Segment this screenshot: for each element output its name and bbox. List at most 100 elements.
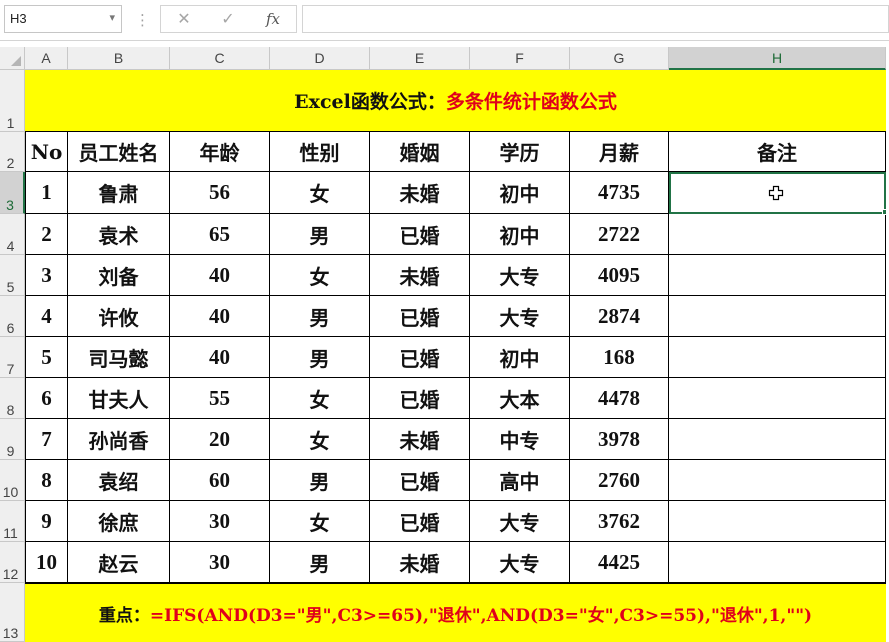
table-cell[interactable]: 20 [170,419,270,460]
table-cell[interactable]: 已婚 [370,460,470,501]
formula-input[interactable] [302,5,889,33]
table-cell[interactable]: 初中 [470,337,570,378]
table-cell[interactable]: 40 [170,337,270,378]
table-cell[interactable]: 袁绍 [68,460,170,501]
header-cell[interactable]: 月薪 [570,132,669,172]
table-cell[interactable]: 大专 [470,501,570,542]
table-cell[interactable]: 徐庶 [68,501,170,542]
table-cell[interactable]: 女 [270,255,370,296]
table-cell[interactable]: 6 [25,378,68,419]
column-header-b[interactable]: B [68,47,170,70]
table-cell[interactable]: 男 [270,337,370,378]
cancel-icon[interactable]: ✕ [169,8,199,30]
table-cell[interactable]: 3 [25,255,68,296]
row-header-11[interactable]: 11 [0,501,25,542]
header-cell[interactable]: 学历 [470,132,570,172]
row-header-12[interactable]: 12 [0,542,25,583]
row-header-7[interactable]: 7 [0,337,25,378]
table-cell[interactable]: 4735 [570,172,669,214]
remark-cell[interactable] [669,501,886,542]
remark-cell[interactable] [669,296,886,337]
remark-cell[interactable] [669,378,886,419]
row-header-13[interactable]: 13 [0,583,25,642]
table-cell[interactable]: 中专 [470,419,570,460]
table-cell[interactable]: 2 [25,214,68,255]
row-header-9[interactable]: 9 [0,419,25,460]
table-cell[interactable]: 初中 [470,172,570,214]
header-cell[interactable]: 员工姓名 [68,132,170,172]
table-cell[interactable]: 2874 [570,296,669,337]
table-cell[interactable]: 男 [270,460,370,501]
column-header-h[interactable]: H [669,47,886,70]
table-cell[interactable]: 大专 [470,255,570,296]
table-cell[interactable]: 4425 [570,542,669,583]
table-cell[interactable]: 30 [170,501,270,542]
row-header-4[interactable]: 4 [0,214,25,255]
column-header-e[interactable]: E [370,47,470,70]
table-cell[interactable]: 男 [270,214,370,255]
row-header-8[interactable]: 8 [0,378,25,419]
table-cell[interactable]: 司马懿 [68,337,170,378]
table-cell[interactable]: 未婚 [370,542,470,583]
table-cell[interactable]: 初中 [470,214,570,255]
header-cell[interactable]: 备注 [669,132,886,172]
table-cell[interactable]: 已婚 [370,296,470,337]
row-header-1[interactable]: 1 [0,70,25,132]
enter-icon[interactable]: ✓ [213,8,243,30]
table-cell[interactable]: 40 [170,255,270,296]
header-cell[interactable]: No [25,132,68,172]
table-cell[interactable]: 1 [25,172,68,214]
table-cell[interactable]: 鲁肃 [68,172,170,214]
table-cell[interactable]: 刘备 [68,255,170,296]
table-cell[interactable]: 大专 [470,542,570,583]
table-cell[interactable]: 大本 [470,378,570,419]
row-header-5[interactable]: 5 [0,255,25,296]
header-cell[interactable]: 年龄 [170,132,270,172]
table-cell[interactable]: 男 [270,542,370,583]
table-cell[interactable]: 女 [270,172,370,214]
table-cell[interactable]: 已婚 [370,378,470,419]
insert-function-button[interactable]: fx [258,8,288,30]
table-cell[interactable]: 孙尚香 [68,419,170,460]
table-cell[interactable]: 男 [270,296,370,337]
table-cell[interactable]: 未婚 [370,172,470,214]
table-cell[interactable]: 10 [25,542,68,583]
table-cell[interactable]: 3762 [570,501,669,542]
title-cell[interactable]: Excel函数公式： 多条件统计函数公式 [25,70,886,132]
header-cell[interactable]: 性别 [270,132,370,172]
table-cell[interactable]: 168 [570,337,669,378]
remark-cell[interactable] [669,337,886,378]
table-cell[interactable]: 7 [25,419,68,460]
table-cell[interactable]: 2760 [570,460,669,501]
table-cell[interactable]: 已婚 [370,214,470,255]
table-cell[interactable]: 56 [170,172,270,214]
column-header-a[interactable]: A [25,47,68,70]
table-cell[interactable]: 3978 [570,419,669,460]
table-cell[interactable]: 女 [270,501,370,542]
name-box[interactable]: H3 ▾ [4,5,122,33]
table-cell[interactable]: 高中 [470,460,570,501]
table-cell[interactable]: 4478 [570,378,669,419]
table-cell[interactable]: 女 [270,419,370,460]
table-cell[interactable]: 4 [25,296,68,337]
select-all-button[interactable] [0,47,25,70]
table-cell[interactable]: 65 [170,214,270,255]
column-header-d[interactable]: D [270,47,370,70]
row-header-6[interactable]: 6 [0,296,25,337]
table-cell[interactable]: 4095 [570,255,669,296]
table-cell[interactable]: 许攸 [68,296,170,337]
table-cell[interactable]: 赵云 [68,542,170,583]
table-cell[interactable]: 55 [170,378,270,419]
table-cell[interactable]: 女 [270,378,370,419]
table-cell[interactable]: 40 [170,296,270,337]
column-header-c[interactable]: C [170,47,270,70]
row-header-3[interactable]: 3 [0,172,25,214]
note-cell[interactable]: 重点： =IFS(AND(D3="男",C3>=65),"退休",AND(D3="… [25,583,886,642]
column-header-f[interactable]: F [470,47,570,70]
table-cell[interactable]: 甘夫人 [68,378,170,419]
header-cell[interactable]: 婚姻 [370,132,470,172]
table-cell[interactable]: 5 [25,337,68,378]
row-header-2[interactable]: 2 [0,132,25,172]
table-cell[interactable]: 未婚 [370,419,470,460]
column-header-g[interactable]: G [570,47,669,70]
